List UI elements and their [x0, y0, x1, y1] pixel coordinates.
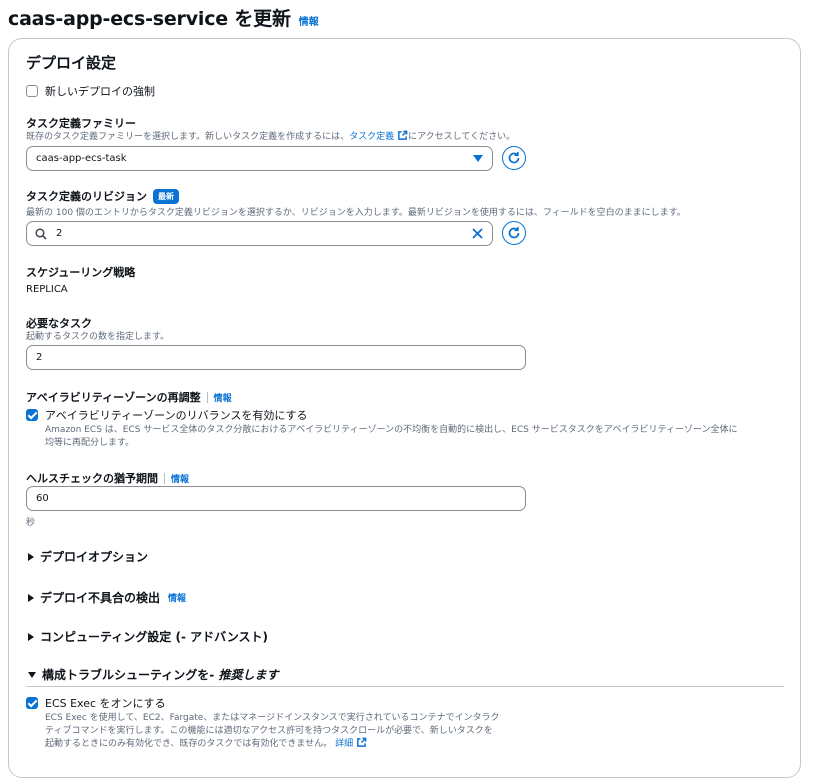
caret-right-icon [28, 552, 34, 561]
grace-unit: 秒 [26, 518, 36, 528]
family-refresh-button[interactable] [502, 146, 526, 170]
grace-value: 60 [36, 493, 49, 504]
family-select[interactable]: caas-app-ecs-task [26, 146, 493, 171]
caret-down-icon [28, 671, 36, 678]
separator [206, 391, 208, 403]
grace-label-row: ヘルスチェックの猶予期間 情報 [26, 470, 189, 486]
tasks-desc: 起動するタスクの数を指定します。 [26, 332, 170, 342]
strategy-value: REPLICA [26, 284, 68, 295]
deploy-options-label: デプロイオプション [40, 550, 149, 564]
deploy-options-expander[interactable]: デプロイオプション [28, 548, 148, 565]
revision-value: 2 [56, 228, 63, 239]
az-rebalance-desc-1: Amazon ECS は、ECS サービス全体のタスク分散におけるアベイラビリテ… [45, 425, 738, 435]
failure-detection-label: デプロイ不具合の検出 [40, 591, 161, 605]
ecs-exec-checkbox[interactable] [26, 697, 38, 709]
revision-search-input[interactable]: 2 [26, 221, 493, 246]
external-link-icon [357, 737, 367, 747]
compute-settings-expander[interactable]: コンピューティング設定 (- アドバンスト) [28, 628, 268, 645]
page-header: caas-app-ecs-service を更新 情報 [8, 4, 319, 31]
deploy-settings-panel: デプロイ設定 新しいデプロイの強制 タスク定義ファミリー 既存のタスク定義ファミ… [8, 38, 801, 778]
failure-info-link[interactable]: 情報 [168, 591, 186, 604]
az-label: アベイラビリティーゾーンの再調整 [26, 391, 201, 404]
caret-right-icon [28, 593, 34, 602]
section-title: デプロイ設定 [26, 54, 117, 72]
page-info-link[interactable]: 情報 [299, 13, 319, 28]
revision-desc: 最新の 100 個のエントリからタスク定義リビジョンを選択するか、リビジョンを入… [26, 208, 686, 218]
grace-input[interactable]: 60 [26, 486, 526, 511]
troubleshooting-label-prefix: 構成トラブルシューティングを- [42, 668, 219, 682]
az-label-row: アベイラビリティーゾーンの再調整 情報 [26, 389, 232, 405]
revision-label-row: タスク定義のリビジョン 最新 [26, 188, 179, 204]
ecs-exec-label: ECS Exec をオンにする [45, 697, 166, 710]
az-rebalance-label: アベイラビリティーゾーンのリバランスを有効にする [45, 409, 308, 422]
tasks-input[interactable]: 2 [26, 345, 526, 370]
divider [26, 686, 784, 687]
force-deploy-label: 新しいデプロイの強制 [45, 85, 155, 98]
learn-more-link[interactable]: 詳細 [335, 736, 353, 749]
force-deploy-checkbox[interactable] [26, 85, 38, 97]
clear-icon[interactable] [472, 228, 483, 239]
ecs-exec-desc-2: ティブコマンドを実行します。この機能には適切なアクセス許可を持つタスクロールが必… [45, 726, 493, 736]
az-info-link[interactable]: 情報 [214, 391, 232, 404]
ecs-exec-desc-3: 起動するときにのみ有効化でき、既存のタスクでは有効化できません。 [45, 739, 333, 749]
revision-label: タスク定義のリビジョン [26, 190, 147, 203]
family-desc: 既存のタスク定義ファミリーを選択します。新しいタスク定義を作成するには、 タスク… [26, 129, 515, 142]
grace-info-link[interactable]: 情報 [171, 472, 189, 485]
ecs-exec-desc-3-row: 起動するときにのみ有効化でき、既存のタスクでは有効化できません。 詳細 [45, 736, 367, 749]
strategy-label: スケジューリング戦略 [26, 266, 136, 279]
refresh-icon [508, 152, 520, 164]
external-link-icon [398, 130, 408, 140]
family-select-value: caas-app-ecs-task [36, 153, 127, 164]
latest-badge: 最新 [153, 188, 179, 204]
task-definition-link[interactable]: タスク定義 [349, 129, 394, 142]
compute-settings-label: コンピューティング設定 (- アドバンスト) [40, 630, 268, 644]
troubleshooting-expander[interactable]: 構成トラブルシューティングを- 推奨します [28, 666, 278, 683]
failure-detection-expander[interactable]: デプロイ不具合の検出 情報 [28, 589, 186, 606]
troubleshooting-label: 構成トラブルシューティングを- 推奨します [42, 666, 278, 683]
revision-refresh-button[interactable] [502, 221, 526, 245]
page-title: caas-app-ecs-service を更新 [8, 8, 291, 30]
az-rebalance-checkbox[interactable] [26, 409, 38, 421]
tasks-value: 2 [36, 352, 43, 363]
troubleshooting-label-suffix: 推奨します [218, 668, 279, 682]
refresh-icon [508, 227, 520, 239]
separator [164, 472, 165, 484]
caret-right-icon [28, 632, 34, 641]
az-rebalance-row[interactable]: アベイラビリティーゾーンのリバランスを有効にする [26, 407, 307, 423]
ecs-exec-row[interactable]: ECS Exec をオンにする [26, 695, 166, 711]
az-rebalance-desc-2: 均等に再配分します。 [45, 438, 135, 448]
family-desc-text: 既存のタスク定義ファミリーを選択します。新しいタスク定義を作成するには、 [26, 132, 350, 142]
caret-down-icon [473, 154, 483, 162]
force-deploy-row[interactable]: 新しいデプロイの強制 [26, 83, 155, 99]
ecs-exec-desc-1: ECS Exec を使用して、EC2、Fargate、またはマネージドインスタン… [45, 713, 500, 723]
grace-label: ヘルスチェックの猶予期間 [26, 472, 158, 485]
family-desc-text-end: にアクセスしてください。 [408, 132, 516, 142]
search-icon [35, 227, 47, 240]
